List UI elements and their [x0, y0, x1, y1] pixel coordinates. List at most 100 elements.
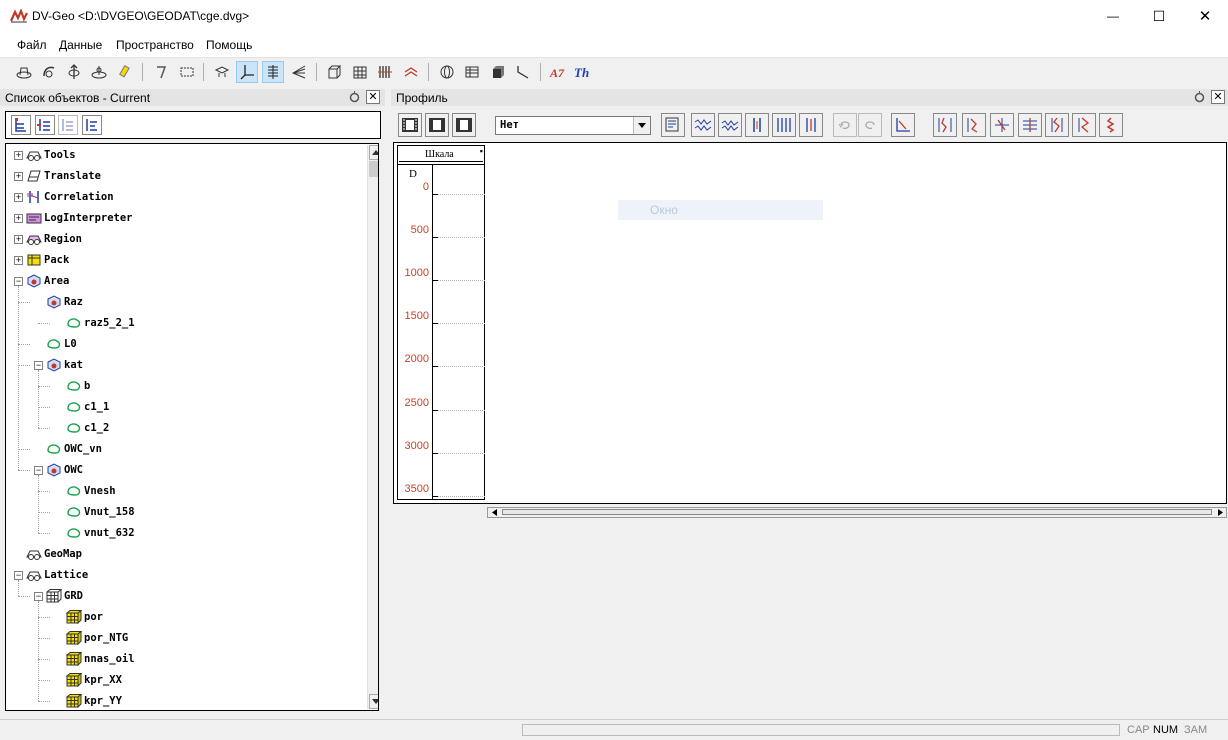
th-button[interactable]: Th [572, 61, 594, 83]
panel-splitter[interactable] [385, 89, 390, 719]
collapse-icon[interactable]: − [34, 360, 43, 370]
menu-help[interactable]: Помощь [206, 38, 252, 52]
tree-item-por-ntg[interactable]: por_NTG [54, 629, 128, 647]
pan-horizontal-button[interactable] [88, 61, 110, 83]
scale-menu-icon[interactable]: ▪ [480, 146, 483, 156]
pan-vertical-button[interactable] [63, 61, 85, 83]
solid-button[interactable] [487, 61, 509, 83]
tree-item-owc-vn[interactable]: OWC_vn [34, 440, 102, 458]
profile-horizontal-scrollbar[interactable] [487, 507, 1227, 518]
view-3d-button[interactable] [211, 61, 233, 83]
axes-button[interactable] [236, 61, 258, 83]
tree-item-kpr-xx[interactable]: kpr_XX [54, 671, 122, 689]
open-object-button[interactable] [13, 61, 35, 83]
close-window-button[interactable]: ✕ [1182, 0, 1228, 32]
wave-button-2[interactable] [718, 113, 742, 137]
tree-item-kat[interactable]: − kat [34, 356, 83, 374]
globe-button[interactable] [436, 61, 458, 83]
tree-item-b[interactable]: b [54, 377, 90, 395]
tree-move-button[interactable] [58, 115, 78, 135]
log-curve-button-7[interactable] [1099, 113, 1123, 137]
profile-canvas[interactable]: Окно [393, 142, 1227, 504]
tree-item-nnas-oil[interactable]: nnas_oil [54, 650, 135, 668]
tree-item-c1-1[interactable]: c1_1 [54, 398, 109, 416]
tree-item-owc[interactable]: − OWC [34, 461, 83, 479]
tree-item-geomap[interactable]: GeoMap [14, 545, 82, 563]
tree-item-vnut-158[interactable]: Vnut_158 [54, 503, 135, 521]
scroll-left-button[interactable] [488, 508, 500, 517]
maximize-button[interactable]: ☐ [1136, 0, 1182, 32]
film-button-3[interactable] [452, 113, 476, 137]
grid-cube-button[interactable] [349, 61, 371, 83]
scroll-down-button[interactable] [369, 694, 378, 709]
dropdown-button[interactable] [633, 117, 650, 134]
collapse-icon[interactable]: − [14, 276, 23, 286]
log-curve-button-1[interactable] [933, 113, 957, 137]
tree-sort-button[interactable] [82, 115, 102, 135]
log-curve-button-2[interactable] [962, 113, 986, 137]
select-rect-button[interactable] [176, 61, 198, 83]
log-curve-button-4[interactable] [1018, 113, 1042, 137]
tree-item-area[interactable]: − Area [14, 272, 69, 290]
layers-button[interactable] [262, 61, 284, 83]
tree-item-loginterpreter[interactable]: + LogInterpreter [14, 209, 133, 227]
wells-button[interactable] [374, 61, 396, 83]
collapse-icon[interactable]: − [34, 465, 43, 475]
measure-button[interactable] [150, 61, 172, 83]
tree-item-region[interactable]: + Region [14, 230, 82, 248]
expand-icon[interactable]: + [14, 150, 23, 160]
film-button-2[interactable] [425, 113, 449, 137]
redo-button[interactable] [858, 113, 882, 137]
minimize-button[interactable]: — [1090, 0, 1136, 32]
close-panel-button[interactable]: ✕ [366, 90, 380, 104]
tree-item-grd[interactable]: − GRD [34, 587, 83, 605]
scroll-right-button[interactable] [1214, 508, 1226, 517]
track-select[interactable]: Нет [495, 116, 651, 135]
curve-button[interactable] [512, 61, 534, 83]
tree-item-kpr-yy[interactable]: kpr_YY [54, 692, 122, 710]
expand-icon[interactable]: + [14, 255, 23, 265]
tree-vertical-scrollbar[interactable] [367, 145, 378, 709]
cube-button[interactable] [323, 61, 345, 83]
tree-item-translate[interactable]: + Translate [14, 167, 101, 185]
pin-icon[interactable] [1193, 91, 1206, 104]
expand-icon[interactable]: + [14, 213, 23, 223]
tree-item-lattice[interactable]: − Lattice [14, 566, 88, 584]
perspective-button[interactable] [288, 61, 310, 83]
tree-item-por[interactable]: por [54, 608, 103, 626]
menu-space[interactable]: Пространство [116, 38, 194, 52]
close-profile-button[interactable]: ✕ [1211, 90, 1225, 104]
scroll-thumb[interactable] [502, 509, 1212, 515]
collapse-icon[interactable]: − [14, 570, 23, 580]
log-curve-button-5[interactable] [1045, 113, 1069, 137]
horizons-button[interactable] [400, 61, 422, 83]
collapse-icon[interactable]: − [34, 591, 43, 601]
text-tool-button[interactable]: A7 [546, 61, 568, 83]
log-curve-button-3[interactable] [990, 113, 1014, 137]
tree-item-correlation[interactable]: + Correlation [14, 188, 114, 206]
tree-item-vnut-632[interactable]: vnut_632 [54, 524, 135, 542]
highlight-button[interactable] [113, 61, 135, 83]
undo-button[interactable] [833, 113, 857, 137]
wave-button-1[interactable] [691, 113, 715, 137]
menu-data[interactable]: Данные [59, 38, 102, 52]
tree-item-l0[interactable]: L0 [34, 335, 77, 353]
pin-icon[interactable] [348, 91, 361, 104]
tree-item-pack[interactable]: + Pack [14, 251, 69, 269]
expand-icon[interactable]: + [14, 171, 23, 181]
expand-icon[interactable]: + [14, 192, 23, 202]
tree-collapse-button[interactable] [35, 115, 55, 135]
log-curve-button-6[interactable] [1072, 113, 1096, 137]
axis-scale-button[interactable] [891, 113, 915, 137]
scroll-up-button[interactable] [369, 145, 378, 160]
vertical-lines-button[interactable] [745, 113, 769, 137]
depth-scale-track[interactable]: Шкала ▪ D 0 500 1000 1500 2000 2500 3000 3500 [397, 145, 485, 500]
split-lines-button[interactable] [799, 113, 823, 137]
tree-item-vnesh[interactable]: Vnesh [54, 482, 116, 500]
expand-icon[interactable]: + [14, 234, 23, 244]
tree-expand-button[interactable] [11, 115, 31, 135]
rotate-object-button[interactable] [38, 61, 60, 83]
tree-item-c1-2[interactable]: c1_2 [54, 419, 109, 437]
tree-item-raz5-2-1[interactable]: raz5_2_1 [54, 314, 135, 332]
tree-item-tools[interactable]: + Tools [14, 146, 76, 164]
